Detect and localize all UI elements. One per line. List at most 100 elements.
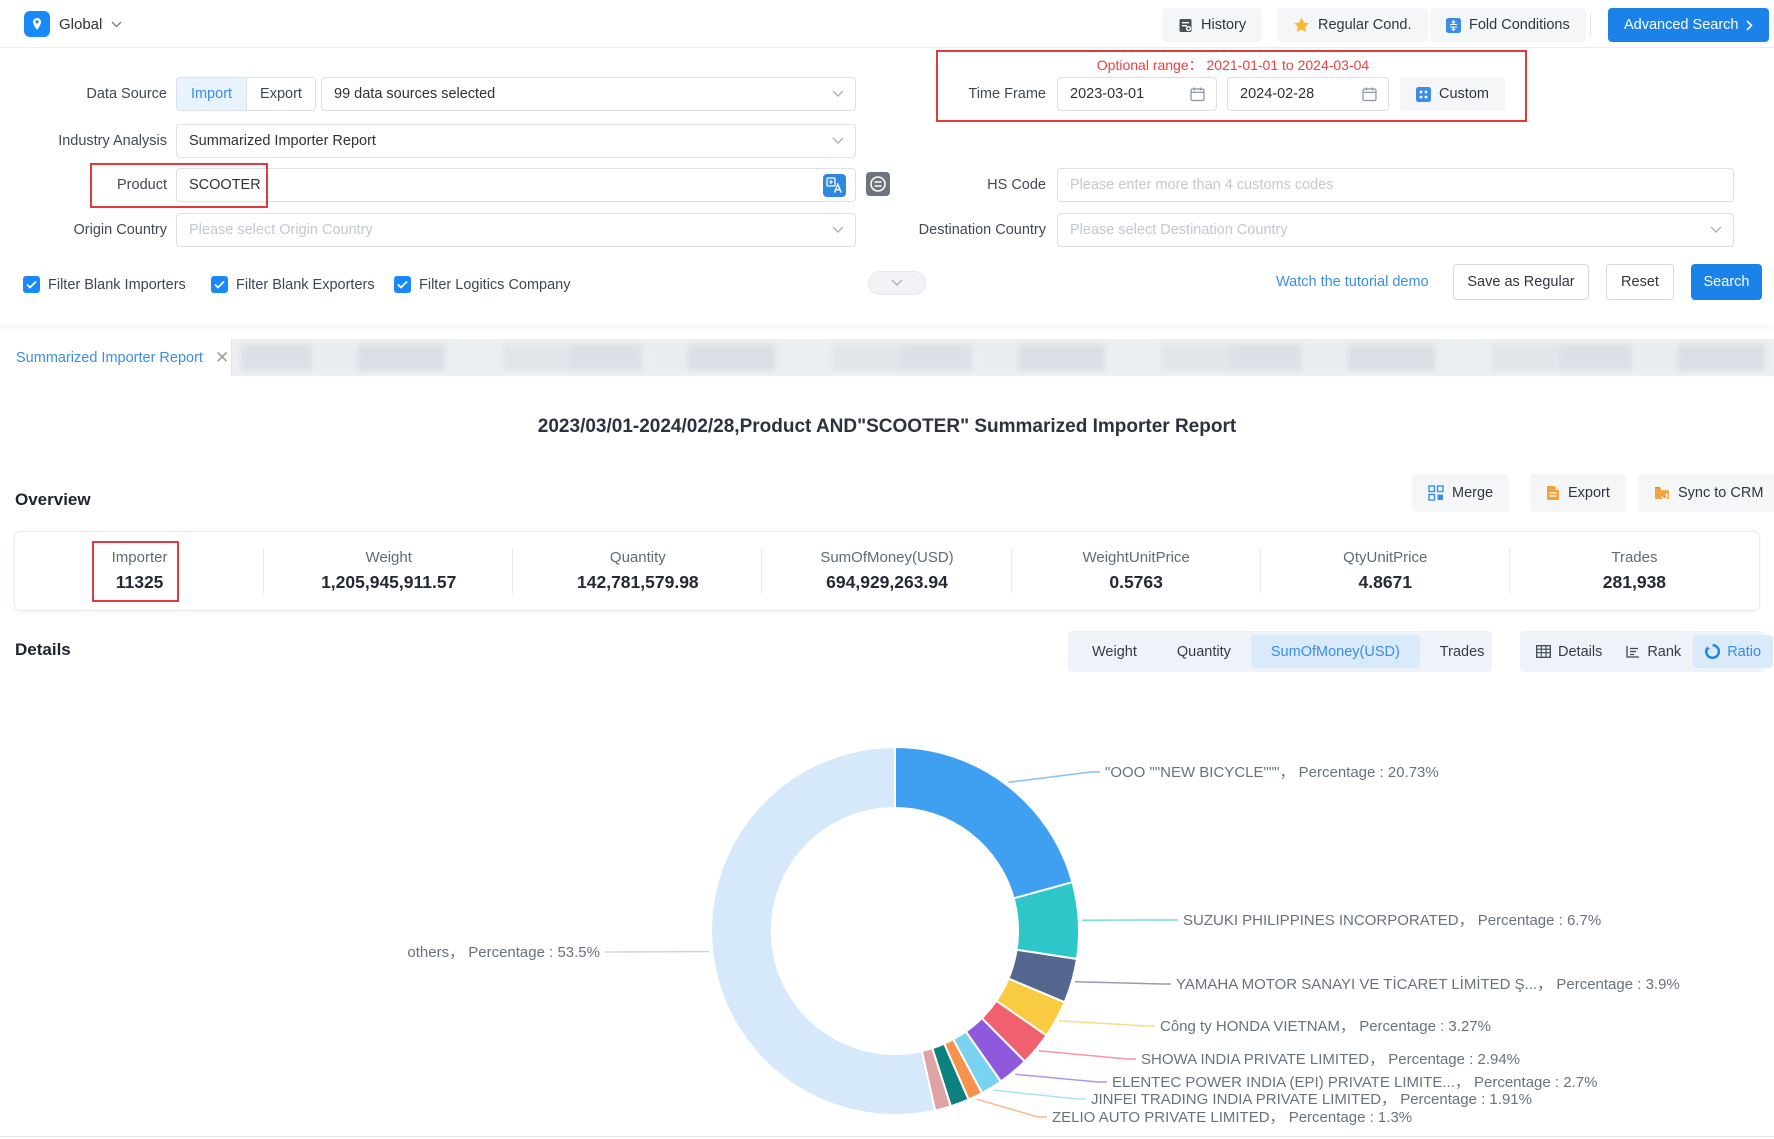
origin-country-select[interactable]: Please select Origin Country xyxy=(176,213,856,247)
tab-bar: Summarized Importer Report ✕ xyxy=(0,339,1774,376)
report-title: 2023/03/01-2024/02/28,Product AND"SCOOTE… xyxy=(0,416,1774,438)
stat-value: 0.5763 xyxy=(1109,572,1163,593)
fold-conditions-label: Fold Conditions xyxy=(1469,17,1570,33)
tab-label: Summarized Importer Report xyxy=(16,350,203,366)
industry-analysis-select[interactable]: Summarized Importer Report xyxy=(176,124,856,158)
checkbox-checked-icon[interactable] xyxy=(23,276,40,293)
region-selector[interactable]: Global xyxy=(24,11,122,37)
label-leader-line xyxy=(605,952,709,953)
export-toggle[interactable]: Export xyxy=(246,78,315,110)
import-toggle[interactable]: Import xyxy=(177,78,246,110)
label-leader-line xyxy=(993,1090,1086,1099)
tab-ratio-view[interactable]: Ratio xyxy=(1693,635,1773,668)
product-input[interactable] xyxy=(176,168,856,202)
stat-qty-unit-price: QtyUnitPrice 4.8671 xyxy=(1261,532,1510,610)
merge-icon xyxy=(1428,485,1444,501)
search-button[interactable]: Search xyxy=(1691,264,1762,300)
label-leader-line xyxy=(1059,1021,1155,1026)
stat-importer: Importer 11325 xyxy=(15,532,264,610)
data-source-toggle: Import Export xyxy=(176,77,316,111)
stat-label: Trades xyxy=(1611,549,1657,566)
filter-logitics-company-checkbox[interactable]: Filter Logitics Company xyxy=(394,276,571,293)
donut-label: JINFEI TRADING INDIA PRIVATE LIMITED， Pe… xyxy=(1091,1091,1532,1108)
label-leader-line xyxy=(977,1099,1047,1117)
product-input-field[interactable] xyxy=(189,177,813,193)
label-leader-line xyxy=(1008,772,1100,782)
export-doc-icon xyxy=(1546,485,1560,501)
donut-label: SHOWA INDIA PRIVATE LIMITED， Percentage … xyxy=(1141,1051,1520,1068)
checkbox-label: Filter Logitics Company xyxy=(419,277,571,293)
save-as-regular-button[interactable]: Save as Regular xyxy=(1453,264,1589,300)
stat-value: 142,781,579.98 xyxy=(577,572,699,593)
rank-icon xyxy=(1626,645,1640,658)
tab-rank-view[interactable]: Rank xyxy=(1614,635,1693,668)
topbar: Global History Regular Cond. Fold Condit… xyxy=(0,0,1774,48)
regular-cond-button[interactable]: Regular Cond. xyxy=(1277,8,1428,42)
custom-range-button[interactable]: Custom xyxy=(1400,77,1505,111)
product-label: Product xyxy=(0,168,167,202)
hs-code-label: HS Code xyxy=(880,168,1046,202)
tab-details-view[interactable]: Details xyxy=(1524,635,1614,668)
destination-country-select[interactable]: Please select Destination Country xyxy=(1057,213,1734,247)
hs-code-input[interactable] xyxy=(1057,168,1734,202)
regular-cond-label: Regular Cond. xyxy=(1318,17,1412,33)
filter-blank-exporters-checkbox[interactable]: Filter Blank Exporters xyxy=(211,276,375,293)
history-button[interactable]: History xyxy=(1162,8,1262,42)
reset-button[interactable]: Reset xyxy=(1606,264,1674,300)
page: Global History Regular Cond. Fold Condit… xyxy=(0,0,1774,1139)
checkbox-checked-icon[interactable] xyxy=(211,276,228,293)
custom-range-label: Custom xyxy=(1439,86,1489,102)
details-heading: Details xyxy=(15,640,71,660)
stat-quantity: Quantity 142,781,579.98 xyxy=(513,532,762,610)
chevron-down-icon xyxy=(832,137,844,145)
sync-folder-icon xyxy=(1654,486,1670,500)
fold-conditions-button[interactable]: Fold Conditions xyxy=(1430,8,1586,42)
merge-label: Merge xyxy=(1452,485,1493,501)
stat-label: WeightUnitPrice xyxy=(1083,549,1190,566)
stat-sum-of-money: SumOfMoney(USD) 694,929,263.94 xyxy=(762,532,1011,610)
tab-weight[interactable]: Weight xyxy=(1072,635,1157,668)
close-icon[interactable]: ✕ xyxy=(215,349,229,366)
data-sources-select[interactable]: 99 data sources selected xyxy=(321,77,856,111)
merge-button[interactable]: Merge xyxy=(1412,474,1509,512)
custom-grid-icon xyxy=(1416,87,1431,102)
donut-label: SUZUKI PHILIPPINES INCORPORATED， Percent… xyxy=(1183,912,1601,929)
chevron-down-icon xyxy=(832,90,844,98)
tab-quantity[interactable]: Quantity xyxy=(1157,635,1251,668)
export-label: Export xyxy=(1568,485,1610,501)
date-end-input[interactable]: 2024-02-28 xyxy=(1227,77,1389,111)
stat-label: QtyUnitPrice xyxy=(1343,549,1427,566)
tutorial-link[interactable]: Watch the tutorial demo xyxy=(1276,264,1429,300)
translate-icon[interactable] xyxy=(823,174,846,197)
sync-to-crm-button[interactable]: Sync to CRM xyxy=(1638,474,1774,512)
stat-label: Quantity xyxy=(610,549,666,566)
sync-to-crm-label: Sync to CRM xyxy=(1678,485,1763,501)
view-tab-group: Details Rank Ratio xyxy=(1520,631,1764,672)
donut-ratio-icon xyxy=(1705,644,1720,659)
data-sources-value: 99 data sources selected xyxy=(334,86,495,102)
donut-segment-ooo-new-bicycle[interactable] xyxy=(895,747,1072,898)
chevron-right-icon xyxy=(1746,20,1753,31)
tab-ratio-label: Ratio xyxy=(1727,644,1761,660)
checkbox-checked-icon[interactable] xyxy=(394,276,411,293)
export-button[interactable]: Export xyxy=(1530,474,1626,512)
blurred-tabs xyxy=(240,344,1774,371)
tab-sum-of-money[interactable]: SumOfMoney(USD) xyxy=(1251,635,1420,668)
checkbox-label: Filter Blank Importers xyxy=(48,277,186,293)
advanced-search-button[interactable]: Advanced Search xyxy=(1608,8,1769,42)
donut-label: YAMAHA MOTOR SANAYI VE TİCARET LİMİTED Ş… xyxy=(1176,975,1680,993)
tab-trades[interactable]: Trades xyxy=(1420,635,1505,668)
hs-code-input-field[interactable] xyxy=(1070,177,1721,193)
stat-value: 11325 xyxy=(116,572,164,593)
calendar-icon xyxy=(1362,87,1377,102)
chevron-down-icon xyxy=(111,21,122,28)
collapse-form-button[interactable] xyxy=(868,271,926,295)
page-bottom-divider xyxy=(0,1136,1774,1137)
chevron-down-icon xyxy=(1710,226,1722,234)
date-start-input[interactable]: 2023-03-01 xyxy=(1057,77,1217,111)
advanced-search-label: Advanced Search xyxy=(1624,17,1738,33)
donut-label: others， Percentage : 53.5% xyxy=(407,944,600,961)
label-leader-line xyxy=(1015,1074,1107,1082)
tab-summarized-importer-report[interactable]: Summarized Importer Report ✕ xyxy=(0,339,232,376)
filter-blank-importers-checkbox[interactable]: Filter Blank Importers xyxy=(23,276,186,293)
